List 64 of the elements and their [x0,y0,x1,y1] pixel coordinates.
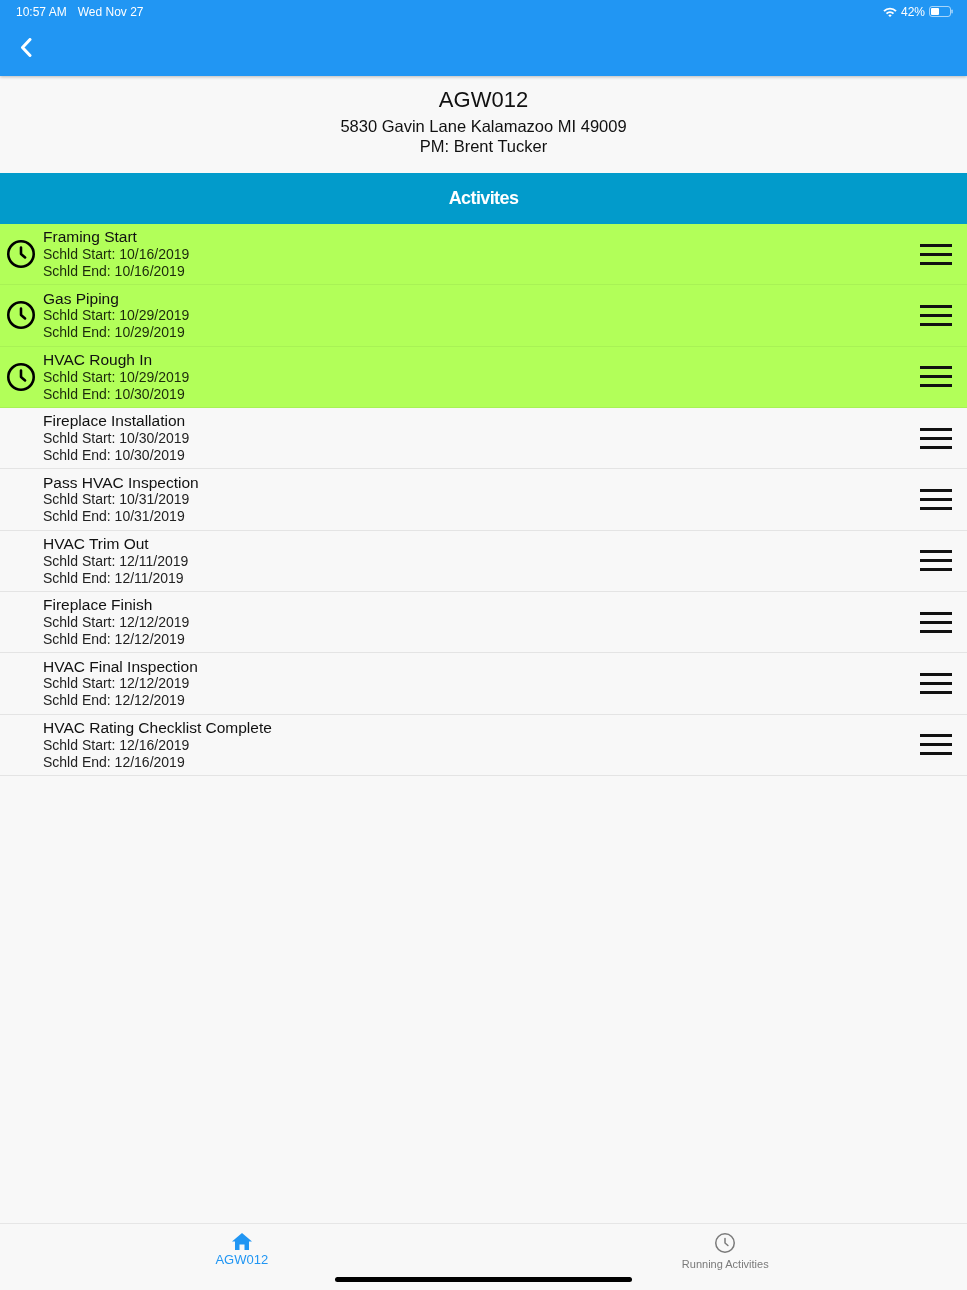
scheduled-end: Schld End: 12/12/2019 [43,630,185,648]
activity-row[interactable]: HVAC Rough In Schld Start: 10/29/2019 Schld End: 10/30/2019 [0,346,967,408]
menu-button[interactable] [919,303,953,328]
job-address: 5830 Gavin Lane Kalamazoo MI 49009 [340,116,627,136]
activity-name: Pass HVAC Inspection [43,473,199,492]
scheduled-end: Schld End: 10/30/2019 [43,385,185,403]
clock-icon [715,1233,736,1253]
clock-icon [7,301,35,330]
menu-icon [920,734,952,756]
activity-name: Framing Start [43,228,137,246]
activity-row[interactable]: Gas Piping Schld Start: 10/29/2019 Schld End: 10/29/2019 [0,285,967,347]
menu-icon [920,488,952,510]
status-date: Wed Nov 27 [77,4,144,19]
scheduled-start: Schld Start: 10/16/2019 [43,245,190,263]
menu-icon [920,305,952,326]
menu-icon [920,427,952,449]
menu-button[interactable] [919,548,953,573]
menu-button[interactable] [919,364,953,389]
scheduled-start: Schld Start: 10/29/2019 [43,368,190,386]
tab[interactable]: Running Activities [483,1224,967,1290]
menu-button[interactable] [919,732,953,757]
activity-name: HVAC Rating Checklist Complete [43,719,272,737]
section-title: Activites [448,188,519,209]
menu-button[interactable] [919,426,953,451]
scheduled-start: Schld Start: 12/11/2019 [43,552,189,570]
menu-button[interactable] [919,610,953,635]
menu-icon [920,243,952,265]
activity-row[interactable]: Framing Start Schld Start: 10/16/2019 Schld End: 10/16/2019 [0,224,967,286]
menu-button[interactable] [919,671,953,696]
menu-icon [920,611,952,633]
scheduled-start: Schld Start: 12/12/2019 [43,613,190,631]
status-time: 10:57 AM [16,4,67,19]
battery-icon [929,6,953,17]
activity-name: Fireplace Finish [43,596,153,614]
battery-percent: 42% [900,4,925,19]
wifi-icon [882,6,897,17]
menu-icon [920,550,952,572]
scheduled-end: Schld End: 12/16/2019 [43,753,185,771]
clock-icon [7,240,35,269]
scheduled-start: Schld Start: 10/31/2019 [43,491,190,509]
activity-name: HVAC Rough In [43,351,153,369]
menu-button[interactable] [919,487,953,512]
menu-icon [920,366,952,388]
scheduled-start: Schld Start: 10/30/2019 [43,429,190,447]
job-code: AGW012 [438,87,529,113]
project-manager: PM: Brent Tucker [419,136,548,156]
home-icon [231,1233,252,1250]
scheduled-end: Schld End: 10/29/2019 [43,324,185,342]
scheduled-end: Schld End: 10/16/2019 [43,262,185,280]
clock-icon [7,362,35,391]
scheduled-end: Schld End: 12/11/2019 [43,569,184,587]
back-chevron-icon [20,38,32,57]
menu-icon [920,672,952,694]
scheduled-start: Schld Start: 12/16/2019 [43,736,190,754]
activity-name: HVAC Trim Out [43,535,149,553]
activity-name: Gas Piping [43,289,119,308]
scheduled-end: Schld End: 12/12/2019 [43,692,185,710]
activity-name: HVAC Final Inspection [43,657,198,676]
scheduled-start: Schld Start: 10/29/2019 [43,307,190,325]
menu-button[interactable] [919,242,953,267]
scheduled-start: Schld Start: 12/12/2019 [43,675,190,693]
scheduled-end: Schld End: 10/30/2019 [43,446,185,464]
activity-name: Fireplace Installation [43,412,186,430]
scheduled-end: Schld End: 10/31/2019 [43,508,185,526]
